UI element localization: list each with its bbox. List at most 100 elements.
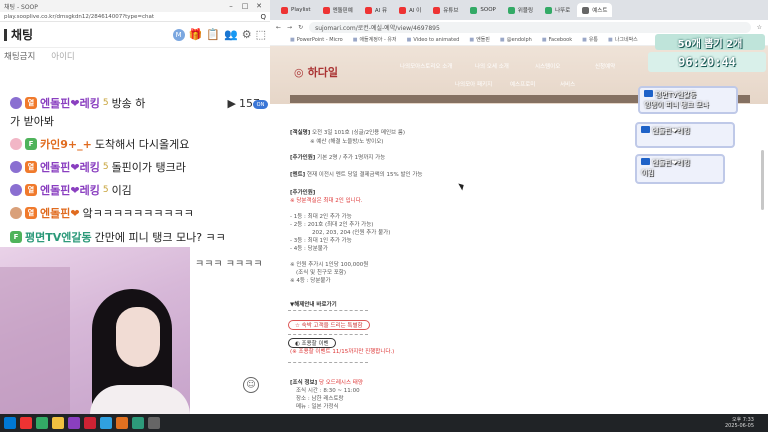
filter-id[interactable]: 아이디 bbox=[51, 50, 74, 62]
chat-url-bar[interactable]: play.sooplive.co.kr/dmsgkdn12/284614007?… bbox=[0, 12, 270, 22]
close-icon[interactable]: ✕ bbox=[252, 2, 266, 10]
browser-tab[interactable]: AI 이 bbox=[394, 3, 426, 17]
chat-window-titlebar: 채팅 - SOOP – □ ✕ bbox=[0, 0, 270, 12]
room-label: [객실명] bbox=[290, 130, 311, 136]
site-nav-item[interactable]: 나의모아스토리오 소개 bbox=[400, 62, 452, 70]
chat-text: 앜ㅋㅋㅋㅋㅋㅋㅋㅋㅋㅋ bbox=[82, 207, 194, 220]
mouse-cursor-icon bbox=[458, 181, 466, 191]
bookmark-item[interactable]: 엔돌핀 bbox=[469, 36, 490, 43]
browser-tab[interactable]: 예스트 bbox=[577, 3, 613, 17]
m-badge-icon[interactable]: M bbox=[172, 28, 185, 41]
room-text: 오전 3일 101호 (싱글/2인용 메인브 룸) bbox=[311, 130, 406, 136]
bookmark-item[interactable]: @endolph bbox=[500, 37, 532, 43]
chat-nick[interactable]: 엔돌핀❤레킹 bbox=[40, 95, 100, 111]
bookmark-item[interactable]: 나그네박스 bbox=[608, 36, 638, 43]
chat-message: 열 엔돌핀❤레킹 5 방송 하 bbox=[10, 95, 145, 111]
filter-ban[interactable]: 채팅금지 bbox=[4, 50, 35, 62]
chat-level: 5 bbox=[102, 162, 109, 172]
tab-favicon-icon bbox=[281, 6, 288, 14]
zoom-icon[interactable]: Q bbox=[260, 13, 266, 21]
bookmark-item[interactable]: PowerPoint - Micro bbox=[290, 37, 343, 43]
chat-nick[interactable]: 평면TV엔갈동 bbox=[25, 229, 92, 245]
taskbar-app-icon[interactable] bbox=[52, 417, 64, 429]
tab-label: SOOP bbox=[480, 7, 496, 13]
taskbar-app-icon[interactable] bbox=[148, 417, 160, 429]
divider bbox=[288, 362, 368, 363]
tab-label: 유튜브 bbox=[443, 8, 459, 14]
url-input[interactable]: sujomari.com/로컨-예실-예약/view/4697895 bbox=[309, 21, 751, 33]
tab-label: 나뚜로 bbox=[555, 8, 571, 14]
special-offer-button[interactable]: ☆ 숙박 고객을 드리는 특별함 bbox=[288, 320, 370, 330]
minimize-icon[interactable]: – bbox=[224, 2, 238, 10]
popout-icon[interactable]: ⬚ bbox=[256, 28, 266, 41]
browser-tab[interactable]: 유튜브 bbox=[428, 3, 463, 17]
site-nav-item[interactable]: 나의모아 패키지 bbox=[455, 80, 492, 88]
taskbar-app-icon[interactable] bbox=[20, 417, 32, 429]
bookmark-item[interactable]: 유통 bbox=[582, 36, 598, 43]
chat-nick[interactable]: 엔돌핀❤ bbox=[40, 205, 80, 221]
emoji-icon[interactable]: ☺ bbox=[243, 377, 259, 393]
site-nav-item[interactable]: 시스템이오 bbox=[535, 62, 560, 70]
star-icon[interactable]: ☆ bbox=[757, 24, 762, 31]
overlay-nick: 엔돌핀❤레킹 bbox=[652, 127, 691, 135]
browser-tab[interactable]: AI 뮤 bbox=[360, 3, 392, 17]
browser-tab[interactable]: 엔돌핀예 bbox=[318, 3, 358, 17]
price-sub: (조식 및 친구모 포함) bbox=[296, 270, 347, 276]
taskbar-clock[interactable]: 오후 7:33 2025-06-05 bbox=[725, 417, 754, 429]
page-scrollbar[interactable] bbox=[761, 150, 764, 210]
forward-icon[interactable]: → bbox=[287, 24, 292, 31]
taskbar-app-icon[interactable] bbox=[132, 417, 144, 429]
browser-tab[interactable]: 위블링 bbox=[503, 3, 538, 17]
chat-message: 열 엔돌핀❤레킹 5 이김 bbox=[10, 182, 132, 198]
chat-message: F 카인9+_+ 도착해서 다시올게요 bbox=[10, 136, 189, 152]
browser-tab[interactable]: Playlist bbox=[276, 3, 316, 17]
webcam-feed bbox=[0, 247, 190, 432]
bookmark-item[interactable]: Facebook bbox=[542, 37, 573, 43]
site-logo[interactable]: 하다일 bbox=[294, 64, 338, 80]
new-badge-icon bbox=[641, 126, 650, 133]
play-icon: ▶ bbox=[227, 97, 236, 110]
taskbar-app-icon[interactable] bbox=[36, 417, 48, 429]
tab-label: AI 뮤 bbox=[374, 8, 388, 14]
bookmark-item[interactable]: Video to animated bbox=[407, 37, 459, 43]
paste-icon[interactable]: 📋 bbox=[206, 28, 220, 41]
live-toggle[interactable]: ON bbox=[253, 100, 268, 109]
new-badge-icon bbox=[644, 90, 653, 97]
reload-icon[interactable]: ↻ bbox=[298, 24, 303, 31]
taskbar-app-icon[interactable] bbox=[116, 417, 128, 429]
tab-favicon-icon bbox=[507, 6, 515, 14]
doc-line: - 2등 : 201호 (최대 2인 추가 가능) bbox=[290, 222, 374, 228]
bookmark-item[interactable]: 애들계정아 - 유저 bbox=[353, 36, 396, 43]
event-button[interactable]: ◐ 조용할 이벤 bbox=[288, 338, 336, 348]
add-note: ※ 당분객실은 최대 2인 입니다. bbox=[290, 198, 363, 204]
section-link[interactable]: ▼해제안내 바로가기 bbox=[290, 302, 337, 308]
back-icon[interactable]: ← bbox=[276, 24, 281, 31]
chat-nick[interactable]: 카인9+_+ bbox=[40, 136, 92, 152]
taskbar-app-icon[interactable] bbox=[100, 417, 112, 429]
taskbar-app-icon[interactable] bbox=[84, 417, 96, 429]
taskbar-app-icon[interactable] bbox=[68, 417, 80, 429]
chat-header-accent bbox=[4, 28, 7, 41]
site-nav-item[interactable]: 서비스 bbox=[560, 80, 575, 88]
chat-text: 방송 하 bbox=[111, 97, 146, 110]
settings-icon[interactable]: ⚙ bbox=[242, 28, 252, 41]
tab-label: 엔돌핀예 bbox=[332, 8, 353, 14]
site-nav-item[interactable]: 예스프로미 bbox=[510, 80, 535, 88]
browser-tab[interactable]: SOOP bbox=[465, 3, 500, 17]
chat-nick[interactable]: 엔돌핀❤레킹 bbox=[40, 159, 100, 175]
chat-text: 간만에 피니 탱크 모나? ㅋㅋ bbox=[94, 231, 226, 244]
webcam-person-face bbox=[116, 307, 160, 367]
chat-nick[interactable]: 엔돌핀❤레킹 bbox=[40, 182, 100, 198]
gift-icon[interactable]: 🎁 bbox=[189, 28, 203, 41]
browser-tab[interactable]: 나뚜로 bbox=[540, 3, 575, 17]
chat-text: 이김 bbox=[111, 184, 132, 197]
fan-badge-icon: F bbox=[25, 138, 37, 150]
taskbar-app-icon[interactable] bbox=[4, 417, 16, 429]
site-nav-item[interactable]: 나의 오세 소개 bbox=[475, 62, 509, 70]
tab-favicon-icon bbox=[364, 6, 372, 14]
room-sub: ※ 예산 (해결 노을방/노 방이오) bbox=[310, 139, 384, 145]
users-icon[interactable]: 👥 bbox=[224, 28, 238, 41]
extra-text: 기본 2명 / 추가 1명까지 가능 bbox=[317, 155, 386, 161]
maximize-icon[interactable]: □ bbox=[238, 2, 252, 10]
site-nav-item[interactable]: 신청예약 bbox=[595, 62, 615, 70]
